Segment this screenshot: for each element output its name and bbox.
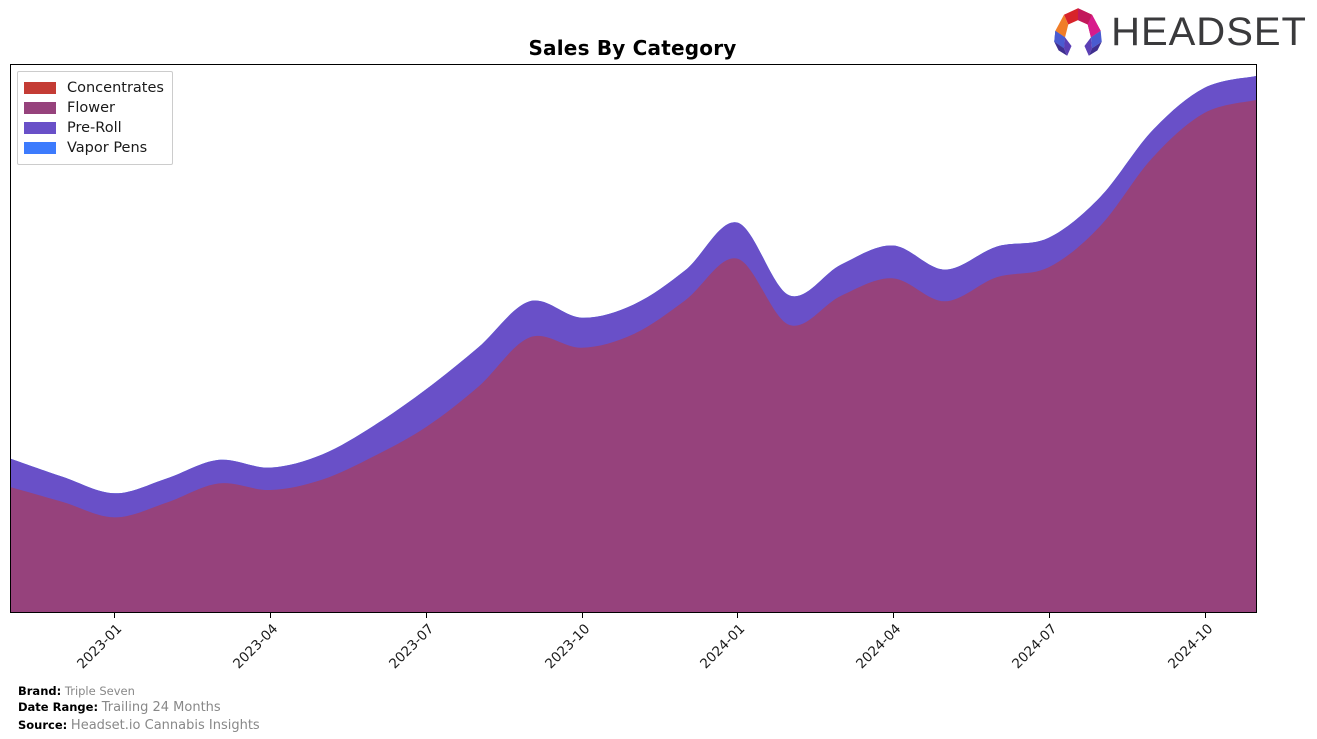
x-tick-label: 2023-07: [385, 621, 437, 673]
footer-date-range-key: Date Range:: [18, 700, 99, 715]
footer-source-value: Headset.io Cannabis Insights: [70, 717, 260, 733]
footer-brand-value: Triple Seven: [64, 684, 135, 698]
legend-swatch-pre-roll: [24, 122, 56, 134]
footer-source-row: Source: Headset.io Cannabis Insights: [18, 717, 260, 734]
footer-brand-key: Brand:: [18, 684, 62, 698]
x-tick-label: 2023-01: [74, 621, 126, 673]
chart-footer: Brand: Triple Seven Date Range: Trailing…: [18, 684, 260, 734]
area-series-flower: [11, 100, 1256, 612]
chart-legend: Concentrates Flower Pre-Roll Vapor Pens: [17, 71, 173, 165]
legend-item-concentrates[interactable]: Concentrates: [24, 78, 164, 98]
x-tick-label: 2024-07: [1009, 621, 1061, 673]
stacked-area-chart: [11, 75, 1256, 612]
x-tick-mark: [1205, 613, 1207, 618]
legend-swatch-concentrates: [24, 82, 56, 94]
footer-date-range-value: Trailing 24 Months: [101, 700, 221, 716]
x-tick-mark: [737, 613, 739, 618]
legend-label-pre-roll: Pre-Roll: [67, 119, 122, 136]
legend-item-vapor-pens[interactable]: Vapor Pens: [24, 138, 164, 158]
legend-label-flower: Flower: [67, 99, 115, 116]
x-tick-mark: [893, 613, 895, 618]
x-axis: 2023-01 2023-04 2023-07 2023-10 2024-01 2024-…: [10, 613, 1257, 683]
chart-plot-area: Concentrates Flower Pre-Roll Vapor Pens: [10, 64, 1257, 613]
footer-date-range-row: Date Range: Trailing 24 Months: [18, 699, 260, 716]
x-tick-label: 2024-01: [697, 621, 749, 673]
legend-item-pre-roll[interactable]: Pre-Roll: [24, 118, 164, 138]
legend-label-concentrates: Concentrates: [67, 79, 164, 96]
x-tick-label: 2023-10: [541, 621, 593, 673]
x-tick-label: 2024-10: [1165, 621, 1217, 673]
legend-item-flower[interactable]: Flower: [24, 98, 164, 118]
x-tick-label: 2023-04: [229, 621, 282, 673]
x-tick-label: 2024-04: [853, 621, 905, 673]
headset-logo-text: HEADSET: [1111, 10, 1307, 54]
legend-label-vapor-pens: Vapor Pens: [67, 139, 148, 156]
footer-brand-row: Brand: Triple Seven: [18, 684, 260, 699]
footer-source-key: Source:: [18, 717, 68, 732]
x-tick-mark: [1049, 613, 1051, 618]
x-tick-mark: [113, 613, 115, 618]
headset-hexagon-logo-icon: [1054, 8, 1102, 56]
x-tick-mark: [425, 613, 427, 618]
legend-swatch-flower: [24, 102, 56, 114]
x-tick-mark: [581, 613, 583, 618]
legend-swatch-vapor-pens: [24, 142, 56, 154]
x-tick-mark: [269, 613, 271, 618]
headset-logo: HEADSET: [1051, 6, 1307, 58]
